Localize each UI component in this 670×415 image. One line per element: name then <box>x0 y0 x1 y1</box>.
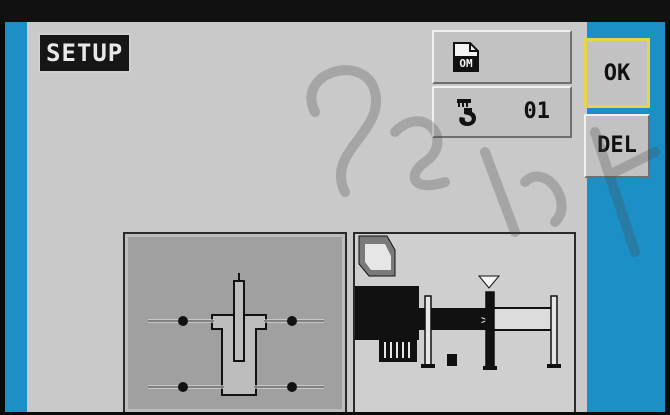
crane-hook-icon <box>454 98 482 132</box>
hook-count-value: 01 <box>523 99 551 124</box>
hook-reeving-button[interactable]: 01 <box>432 86 572 138</box>
om-document-icon: OM <box>452 42 480 76</box>
page-title: SETUP <box>38 33 132 73</box>
outrigger-diagram[interactable] <box>123 232 347 412</box>
device-bezel <box>0 0 670 24</box>
crane-side-view[interactable]: > <box>353 232 576 412</box>
om-icon-text: OM <box>459 57 473 70</box>
ok-button[interactable]: OK <box>584 38 650 108</box>
del-label: DEL <box>597 133 637 158</box>
del-button[interactable]: DEL <box>584 114 650 178</box>
ok-label: OK <box>603 61 631 86</box>
outrigger-diagram-canvas <box>128 237 342 409</box>
display-screen: SETUP OM 01 OK DEL > <box>5 22 665 412</box>
operating-mode-button[interactable]: OM <box>432 30 572 84</box>
